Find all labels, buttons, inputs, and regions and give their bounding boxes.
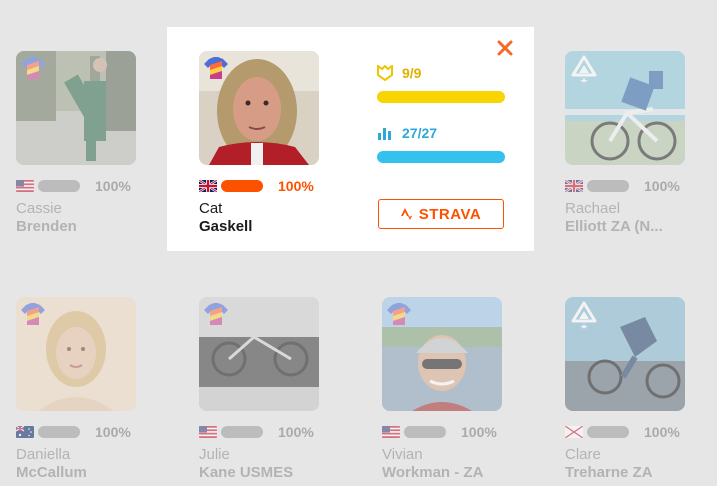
triangle-logo-icon: [571, 55, 597, 83]
rider-name: Julie Kane USMES: [199, 446, 349, 482]
rider-name: Clare Treharne ZA: [565, 446, 705, 482]
completion-percent: 100%: [461, 424, 497, 440]
rider-photo: [382, 297, 502, 411]
strava-button[interactable]: STRAVA: [378, 199, 504, 229]
us-flag-icon: [199, 426, 217, 438]
rider-detail-popup: 100% Cat Gaskell 9/9 27/27 STRAVA: [167, 27, 534, 251]
jersey-icon: [204, 303, 228, 325]
rider-last-name: Kane USMES: [199, 464, 294, 481]
shield-icon: [377, 65, 393, 81]
completion-percent: 100%: [95, 424, 131, 440]
jersey-icon: [204, 57, 228, 79]
uk-flag-icon: [199, 180, 217, 192]
us-flag-icon: [382, 426, 400, 438]
stages-count: 27/27: [402, 125, 438, 141]
rider-last-name: Brenden: [16, 218, 77, 235]
strava-label: STRAVA: [418, 205, 482, 223]
rider-first-name: Julie: [199, 446, 230, 463]
au-flag-icon: [16, 426, 34, 438]
jersey-icon: [21, 57, 45, 79]
rider-first-name: Vivian: [382, 446, 423, 463]
completion-bar: [587, 426, 629, 438]
rider-last-name: Gaskell: [199, 218, 253, 235]
rider-last-name: Elliott ZA (N...: [565, 218, 663, 235]
bar-chart-icon: [378, 128, 391, 140]
rider-name: Cat Gaskell: [199, 200, 349, 236]
rider-first-name: Clare: [565, 446, 601, 463]
workouts-count: 9/9: [402, 65, 422, 81]
completion-bar: [221, 180, 263, 192]
completion-percent: 100%: [278, 424, 314, 440]
rider-name: Vivian Workman - ZA: [382, 446, 532, 482]
uk-flag-icon: [565, 180, 583, 192]
completion-percent: 100%: [644, 178, 680, 194]
rider-name: Rachael Elliott ZA (N...: [565, 200, 705, 236]
completion-bar: [38, 180, 80, 192]
rider-photo: [199, 51, 319, 165]
completion-percent: 100%: [644, 424, 680, 440]
jersey-icon: [387, 303, 411, 325]
triangle-logo-icon: [571, 301, 597, 329]
us-flag-icon: [16, 180, 34, 192]
rider-first-name: Daniella: [16, 446, 71, 463]
rider-last-name: McCallum: [16, 464, 87, 481]
rider-last-name: Treharne ZA: [565, 464, 653, 481]
jersey-icon: [21, 303, 45, 325]
rider-photo: [565, 51, 685, 165]
rider-first-name: Rachael: [565, 200, 621, 217]
rider-photo: [16, 51, 136, 165]
completion-percent: 100%: [95, 178, 131, 194]
rider-name: Daniella McCallum: [16, 446, 166, 482]
completion-percent: 100%: [278, 178, 314, 194]
workouts-progress-bar: [377, 91, 505, 103]
strava-logo-icon: [400, 208, 412, 220]
stages-progress-bar: [377, 151, 505, 163]
completion-bar: [38, 426, 80, 438]
rider-first-name: Cassie: [16, 200, 62, 217]
rider-name: Cassie Brenden: [16, 200, 166, 236]
rider-photo: [16, 297, 136, 411]
completion-bar: [221, 426, 263, 438]
uk-flag-icon: [565, 426, 583, 438]
close-icon[interactable]: [496, 39, 514, 57]
completion-bar: [404, 426, 446, 438]
completion-bar: [587, 180, 629, 192]
rider-last-name: Workman - ZA: [382, 464, 484, 481]
rider-photo: [199, 297, 319, 411]
rider-first-name: Cat: [199, 200, 223, 217]
rider-photo: [565, 297, 685, 411]
